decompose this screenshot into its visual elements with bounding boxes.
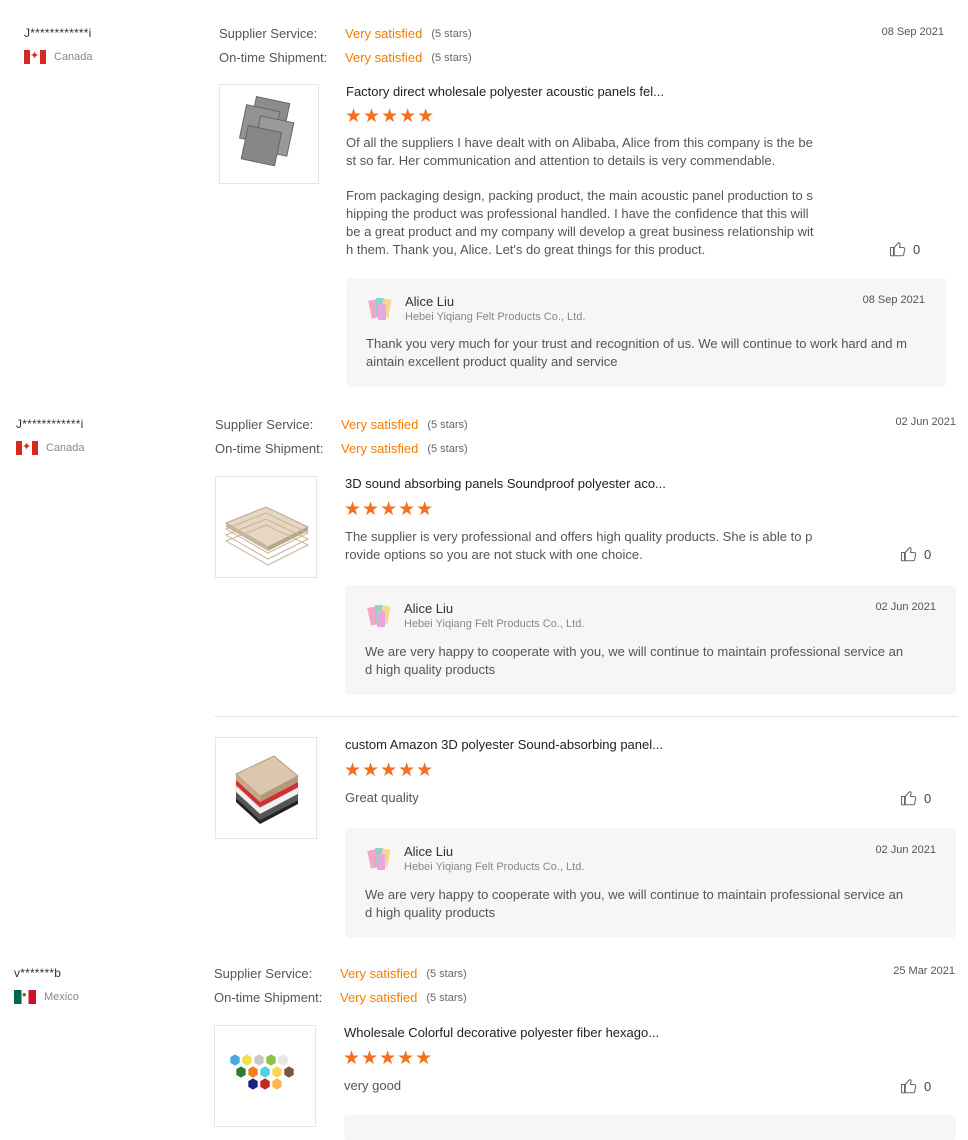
product-thumbnail[interactable] (215, 737, 317, 839)
review-date: 08 Sep 2021 (881, 26, 944, 38)
product-thumbnail[interactable] (215, 476, 317, 578)
supplier-reply: Alice Liu Hebei Yiqiang Felt Products Co… (346, 278, 946, 387)
like-button[interactable]: 0 (889, 240, 920, 258)
country-name: Mexico (44, 991, 79, 1003)
reply-author: Alice Liu (404, 601, 454, 616)
supplier-reply: Alice Liu Hebei Yiqiang Felt Products Co… (345, 585, 956, 695)
supplier-avatar-icon (368, 298, 392, 320)
review-star-rating: ★★★★★ (345, 106, 436, 127)
reply-company: Hebei Yiqiang Felt Products Co., Ltd. (404, 861, 585, 873)
supplier-service-stars: (5 stars) (431, 27, 472, 40)
reviewer-name: J************i (24, 26, 92, 40)
thumbs-up-icon (900, 1079, 917, 1094)
supplier-service-label: Supplier Service: (219, 26, 318, 41)
reply-date: 02 Jun 2021 (875, 844, 936, 856)
mexico-flag-icon (14, 987, 36, 1004)
shipment-label: On-time Shipment: (215, 441, 324, 456)
product-image (224, 506, 310, 566)
product-thumbnail[interactable] (214, 1025, 316, 1127)
canada-flag-icon (24, 49, 46, 64)
product-image (238, 95, 295, 167)
shipment-rating: On-time Shipment: Very satisfied (5 star… (215, 441, 468, 456)
reviewer-country: Canada (24, 49, 93, 64)
reviewer-name: J************i (16, 417, 84, 431)
like-count: 0 (913, 241, 921, 257)
shipment-rating: On-time Shipment: Very satisfied (5 star… (219, 50, 472, 65)
review-date: 25 Mar 2021 (893, 965, 955, 977)
like-button[interactable]: 0 (900, 1077, 931, 1095)
reply-author: Alice Liu (404, 844, 454, 859)
supplier-service-value: Very satisfied (345, 26, 423, 41)
like-button[interactable]: 0 (900, 789, 931, 807)
product-title[interactable]: Factory direct wholesale polyester acous… (346, 84, 664, 99)
supplier-reply: Alice Liu Hebei Yiqiang Felt Products Co… (345, 828, 956, 938)
review-text: very good (344, 1078, 402, 1093)
review-text: Of all the suppliers I have dealt with o… (346, 135, 814, 257)
shipment-stars: (5 stars) (426, 991, 467, 1004)
reply-date: 08 Sep 2021 (862, 294, 925, 306)
shipment-label: On-time Shipment: (214, 990, 323, 1005)
reply-company: Hebei Yiqiang Felt Products Co., Ltd. (404, 618, 585, 630)
reviewer-country: Canada (16, 440, 85, 455)
country-name: Canada (46, 442, 85, 454)
product-title[interactable]: 3D sound absorbing panels Soundproof pol… (345, 476, 666, 491)
supplier-service-label: Supplier Service: (214, 966, 313, 981)
supplier-service-stars: (5 stars) (427, 418, 468, 431)
product-title[interactable]: custom Amazon 3D polyester Sound-absorbi… (345, 737, 663, 752)
review-text: Great quality (345, 790, 419, 805)
shipment-label: On-time Shipment: (219, 50, 328, 65)
supplier-service-rating: Supplier Service: Very satisfied (5 star… (215, 417, 468, 432)
thumbs-up-icon (900, 791, 917, 806)
shipment-stars: (5 stars) (427, 442, 468, 455)
country-name: Canada (54, 51, 93, 63)
supplier-service-stars: (5 stars) (426, 967, 467, 980)
like-button[interactable]: 0 (900, 545, 931, 563)
thumbs-up-icon (889, 242, 906, 257)
supplier-service-value: Very satisfied (341, 417, 419, 432)
supplier-reply (344, 1115, 956, 1140)
review-text: The supplier is very professional and of… (345, 529, 813, 562)
reviewer-country: Mexico (14, 987, 79, 1004)
reply-company: Hebei Yiqiang Felt Products Co., Ltd. (405, 311, 586, 323)
shipment-value: Very satisfied (341, 441, 419, 456)
shipment-stars: (5 stars) (431, 51, 472, 64)
shipment-value: Very satisfied (345, 50, 423, 65)
product-image (235, 755, 299, 824)
like-count: 0 (924, 1078, 932, 1094)
supplier-service-value: Very satisfied (340, 966, 418, 981)
product-title[interactable]: Wholesale Colorful decorative polyester … (344, 1025, 659, 1040)
shipment-rating: On-time Shipment: Very satisfied (5 star… (214, 990, 467, 1005)
supplier-service-rating: Supplier Service: Very satisfied (5 star… (214, 966, 467, 981)
reply-text: We are very happy to cooperate with you,… (365, 887, 904, 920)
reply-text: Thank you very much for your trust and r… (366, 336, 907, 369)
review-star-rating: ★★★★★ (344, 499, 435, 520)
review-date: 02 Jun 2021 (895, 416, 956, 428)
reply-text: We are very happy to cooperate with you,… (365, 644, 904, 677)
supplier-service-label: Supplier Service: (215, 417, 314, 432)
reviewer-name: v*******b (14, 966, 62, 980)
review-divider (215, 716, 957, 717)
canada-flag-icon (16, 440, 38, 455)
like-count: 0 (924, 546, 932, 562)
like-count: 0 (924, 790, 932, 806)
reply-date: 02 Jun 2021 (875, 601, 936, 613)
thumbs-up-icon (900, 547, 917, 562)
product-image (229, 1053, 295, 1091)
product-thumbnail[interactable] (219, 84, 319, 184)
review-star-rating: ★★★★★ (343, 1048, 434, 1069)
shipment-value: Very satisfied (340, 990, 418, 1005)
supplier-avatar-icon (367, 848, 391, 870)
supplier-service-rating: Supplier Service: Very satisfied (5 star… (219, 26, 472, 41)
review-star-rating: ★★★★★ (344, 760, 435, 781)
reply-author: Alice Liu (405, 294, 455, 309)
supplier-avatar-icon (367, 605, 391, 627)
